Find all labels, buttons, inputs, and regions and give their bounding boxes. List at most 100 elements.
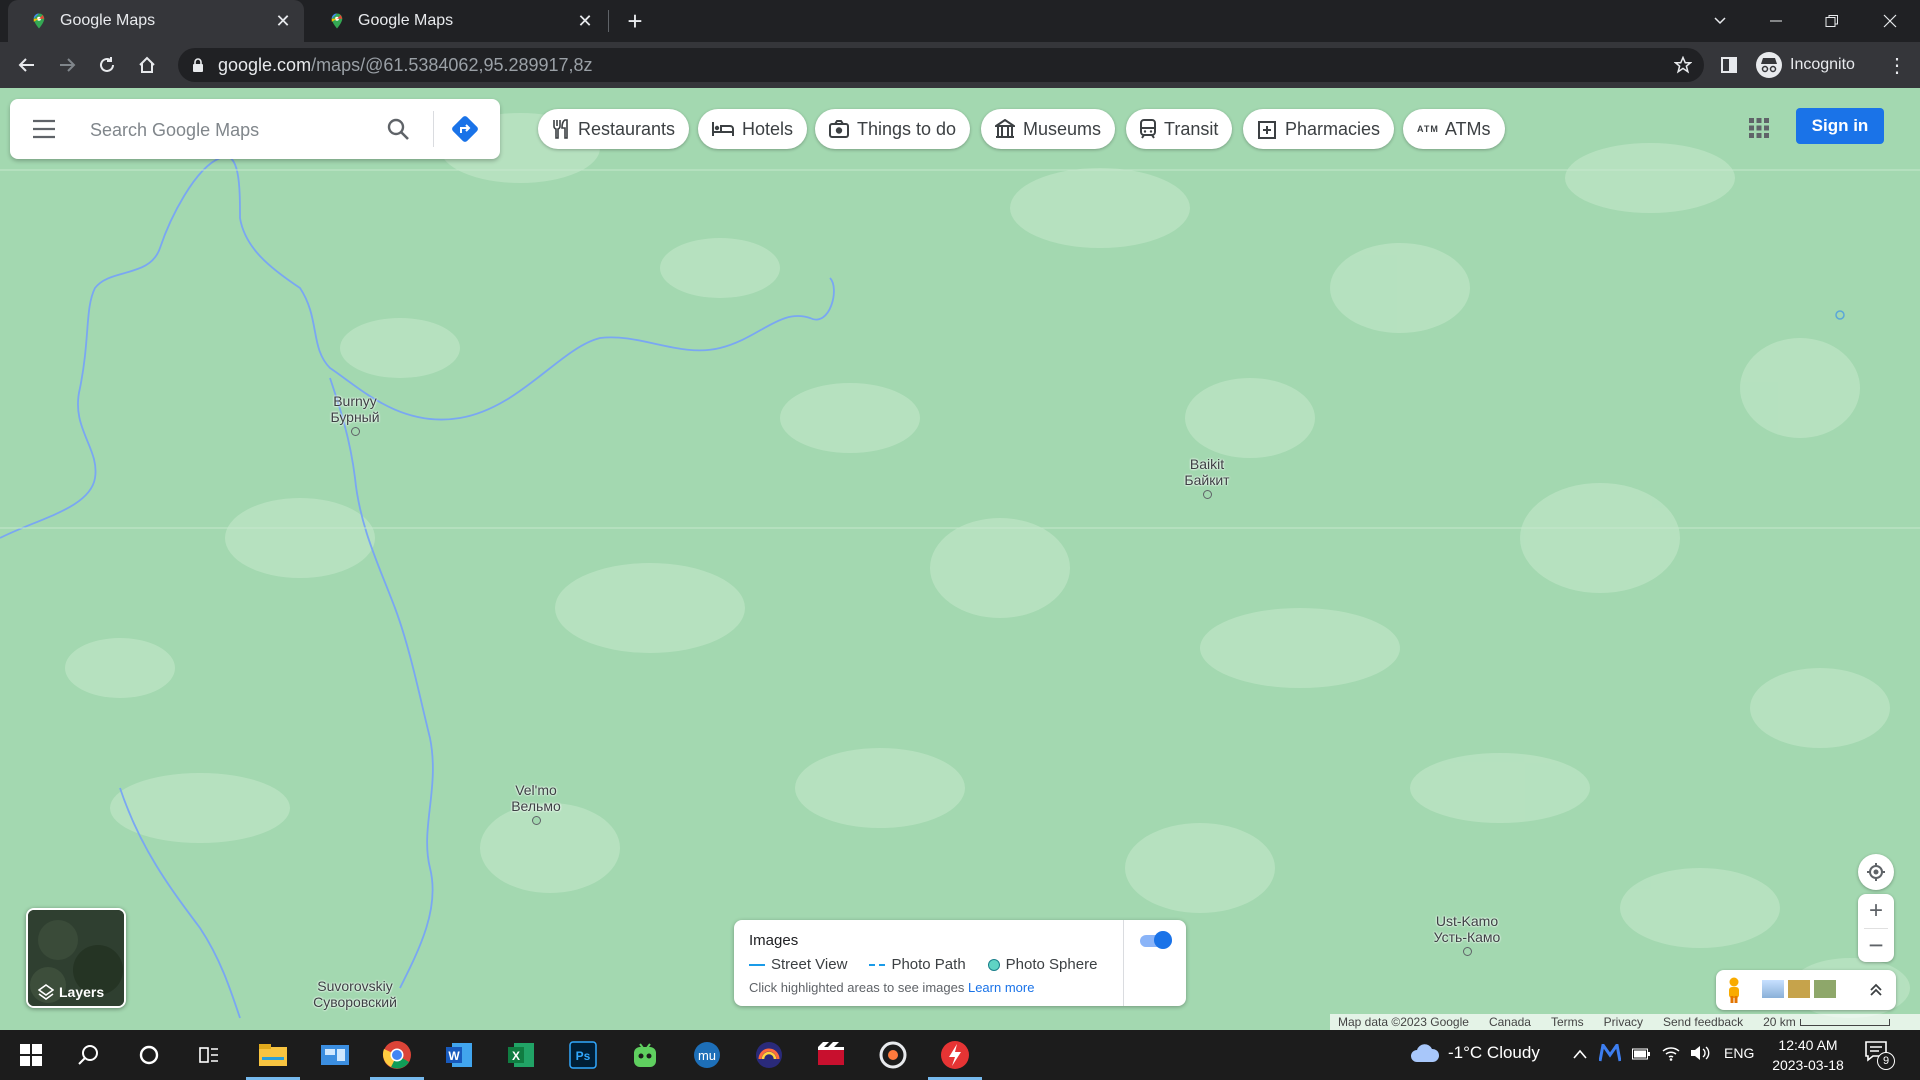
photoshop-icon[interactable]: Ps	[552, 1030, 614, 1080]
excel-icon[interactable]: X	[490, 1030, 552, 1080]
scale-label[interactable]: 20 km	[1763, 1015, 1796, 1029]
hamburger-menu-icon[interactable]	[32, 119, 56, 139]
zoom-in-icon[interactable]: +	[1869, 894, 1883, 928]
taskbar-search-icon[interactable]	[58, 1030, 120, 1080]
layers-button[interactable]: Layers	[26, 908, 126, 1008]
images-panel: Images Street View Photo Path Photo Sphe…	[734, 920, 1186, 1006]
chip-things-to-do[interactable]: Things to do	[815, 109, 971, 149]
train-icon	[1140, 119, 1156, 139]
terms-link[interactable]: Terms	[1551, 1015, 1584, 1029]
send-feedback-link[interactable]: Send feedback	[1663, 1015, 1743, 1029]
new-tab-icon[interactable]: +	[618, 4, 652, 38]
country-link[interactable]: Canada	[1489, 1015, 1531, 1029]
browser-menu-icon[interactable]: ⋮	[1880, 48, 1914, 82]
images-legend: Street View Photo Path Photo Sphere	[749, 956, 1097, 973]
search-input[interactable]	[88, 109, 372, 151]
weather-widget[interactable]: -1°C Cloudy	[1410, 1042, 1540, 1064]
zoom-out-icon[interactable]: −	[1868, 929, 1883, 962]
camera-icon	[829, 120, 849, 138]
clock[interactable]: 12:40 AM 2023-03-18	[1766, 1035, 1850, 1075]
chrome-icon[interactable]	[366, 1030, 428, 1080]
file-explorer-icon[interactable]	[242, 1030, 304, 1080]
close-tab-icon[interactable]: ✕	[574, 10, 596, 32]
chip-label: Transit	[1164, 118, 1219, 139]
my-location-button[interactable]	[1858, 854, 1894, 890]
sign-in-button[interactable]: Sign in	[1796, 108, 1884, 144]
museum-icon	[995, 119, 1015, 138]
rainbow-app-icon[interactable]	[738, 1030, 800, 1080]
place-ust-kamo[interactable]: Ust-Kamo Усть-Камо	[1417, 913, 1517, 956]
volume-icon[interactable]	[1690, 1045, 1710, 1061]
url-text: google.com/maps/@61.5384062,95.289917,8z	[218, 55, 593, 76]
incognito-profile-button[interactable]: Incognito	[1756, 50, 1855, 80]
tab-search-chevron-icon[interactable]	[1692, 0, 1748, 42]
home-icon[interactable]	[130, 48, 164, 82]
tab-google-maps-2[interactable]: Google Maps ✕	[306, 0, 606, 42]
place-burnyy[interactable]: Burnyy Бурный	[320, 393, 390, 436]
pegman-icon[interactable]	[1724, 976, 1744, 1004]
images-divider	[1123, 920, 1124, 1006]
control-panel-icon[interactable]	[304, 1030, 366, 1080]
flash-app-icon[interactable]	[924, 1030, 986, 1080]
expand-chevron-icon[interactable]	[1868, 982, 1884, 998]
close-window-icon[interactable]	[1862, 0, 1918, 42]
m-app-tray-icon[interactable]	[1599, 1044, 1621, 1062]
minimize-icon[interactable]	[1748, 0, 1804, 42]
restore-icon[interactable]	[1804, 0, 1860, 42]
address-bar[interactable]: google.com/maps/@61.5384062,95.289917,8z	[178, 48, 1704, 82]
back-arrow-icon[interactable]	[10, 48, 44, 82]
privacy-link[interactable]: Privacy	[1604, 1015, 1643, 1029]
side-panel-icon[interactable]	[1712, 48, 1746, 82]
close-tab-icon[interactable]: ✕	[272, 10, 294, 32]
street-view-line-icon	[749, 963, 765, 966]
language-indicator[interactable]: ENG	[1724, 1045, 1754, 1061]
tray-expand-chevron-icon[interactable]	[1572, 1048, 1588, 1060]
notification-center-icon[interactable]: 9	[1864, 1040, 1896, 1070]
legend-photo-path: Photo Path	[891, 956, 966, 973]
chip-pharmacies[interactable]: Pharmacies	[1243, 109, 1395, 149]
chip-museums[interactable]: Museums	[981, 109, 1116, 149]
clock-time: 12:40 AM	[1778, 1037, 1838, 1053]
vpn-app-icon[interactable]	[614, 1030, 676, 1080]
search-icon[interactable]	[386, 117, 410, 141]
url-host: google.com	[218, 54, 312, 75]
place-native-name: Байкит	[1184, 472, 1230, 488]
thumbnail-field[interactable]	[1814, 980, 1836, 998]
chip-hotels[interactable]: Hotels	[698, 109, 808, 149]
chip-transit[interactable]: Transit	[1126, 109, 1233, 149]
directions-icon[interactable]	[450, 114, 480, 144]
word-icon[interactable]: W	[428, 1030, 490, 1080]
bookmark-star-icon[interactable]	[1674, 56, 1692, 74]
zoom-controls: + −	[1858, 894, 1894, 962]
learn-more-link[interactable]: Learn more	[968, 980, 1034, 995]
place-baikit[interactable]: Baikit Байкит	[1172, 456, 1242, 499]
cortana-icon[interactable]	[118, 1030, 180, 1080]
thumbnail-desert[interactable]	[1788, 980, 1810, 998]
thumbnail-sky[interactable]	[1762, 980, 1784, 998]
apps-grid-icon[interactable]	[1748, 117, 1770, 139]
reload-icon[interactable]	[90, 48, 124, 82]
mu-app-icon[interactable]: mu	[676, 1030, 738, 1080]
chip-label: Things to do	[857, 118, 957, 139]
images-hint: Click highlighted areas to see images Le…	[749, 980, 1034, 995]
wifi-icon[interactable]	[1662, 1045, 1680, 1061]
street-view-strip	[1716, 970, 1896, 1010]
chip-restaurants[interactable]: Restaurants	[538, 109, 690, 149]
lock-icon	[193, 58, 203, 72]
map-canvas[interactable]: Burnyy Бурный Baikit Байкит Vel'mo Вельм…	[0, 88, 1920, 1030]
task-view-icon[interactable]	[178, 1030, 240, 1080]
scale-bar	[1799, 1018, 1890, 1026]
place-native-name: Суворовский	[313, 994, 397, 1010]
battery-icon[interactable]	[1632, 1048, 1650, 1060]
forward-arrow-icon[interactable]	[50, 48, 84, 82]
layers-label-group: Layers	[38, 984, 104, 1000]
place-velmo[interactable]: Vel'mo Вельмо	[501, 782, 571, 825]
media-player-icon[interactable]	[862, 1030, 924, 1080]
tab-google-maps-1[interactable]: Google Maps ✕	[8, 0, 304, 42]
place-suvorovskiy[interactable]: Suvorovskiy Суворовский	[300, 978, 410, 1010]
windows-start-icon[interactable]	[0, 1030, 62, 1080]
chip-label: Pharmacies	[1285, 118, 1381, 139]
images-toggle[interactable]	[1140, 931, 1172, 949]
chip-atms[interactable]: ATM ATMs	[1403, 109, 1505, 149]
video-editor-icon[interactable]	[800, 1030, 862, 1080]
